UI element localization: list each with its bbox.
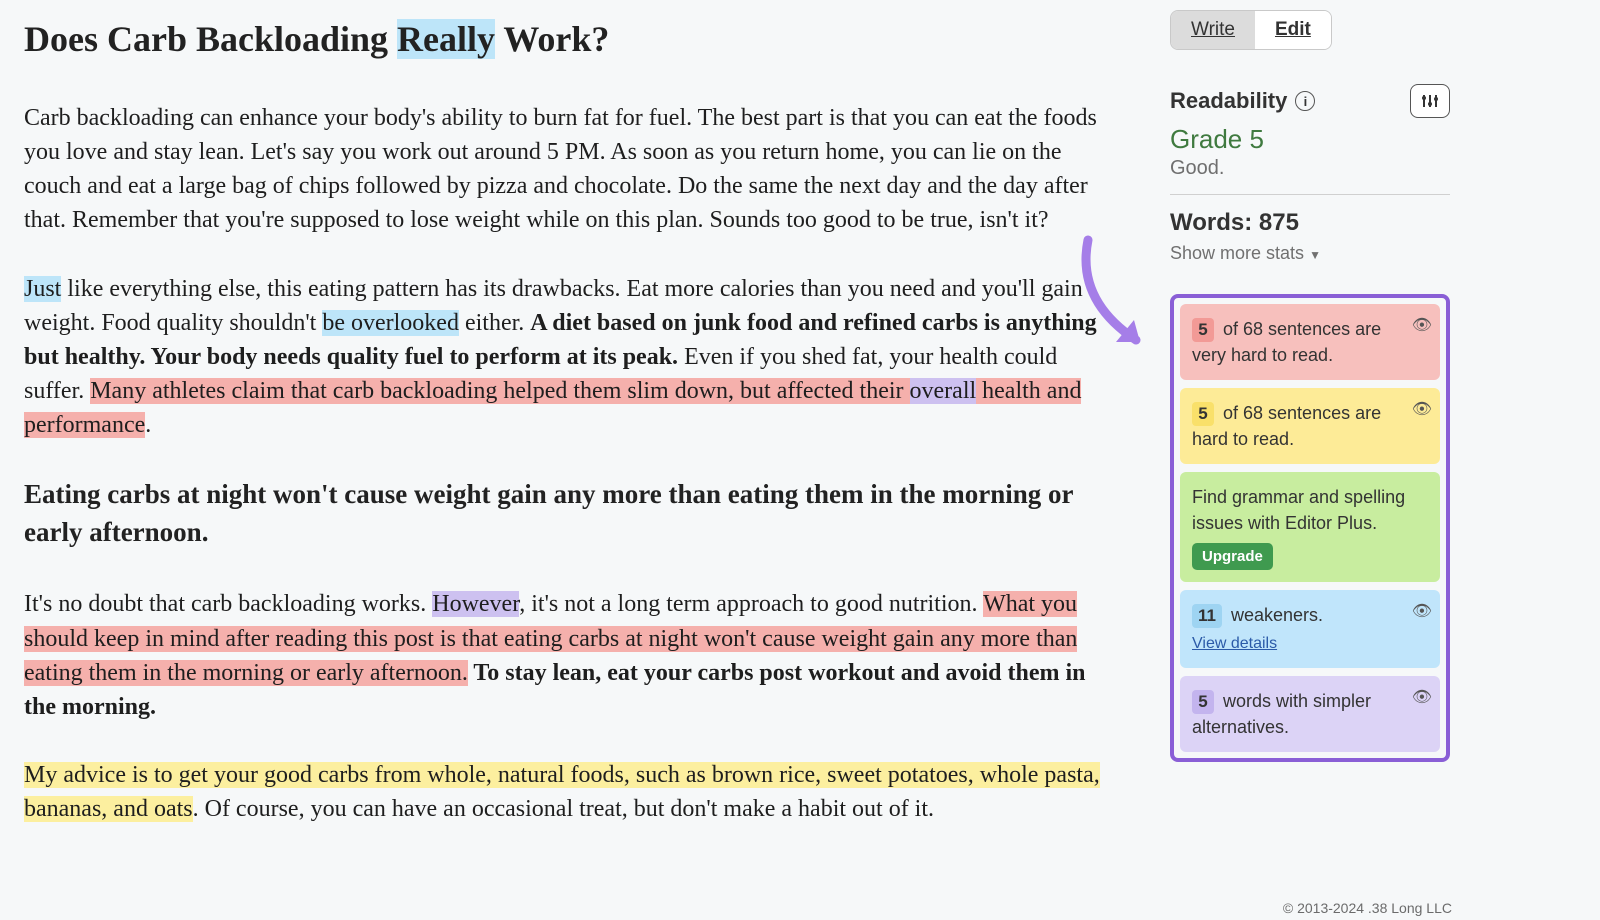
settings-button[interactable] (1410, 84, 1450, 118)
sidebar: Write Edit Readability i Grade 5 Good. W… (1160, 0, 1460, 920)
copyright: © 2013-2024 .38 Long LLC (1283, 900, 1452, 916)
divider (1170, 194, 1450, 195)
chevron-down-icon: ▼ (1309, 248, 1321, 262)
visibility-icon[interactable]: 👁 (1412, 398, 1432, 421)
p3-lead: It's no doubt that carb backloading work… (24, 591, 432, 617)
tab-write[interactable]: Write (1171, 11, 1255, 49)
p4-tail: . Of course, you can have an occasional … (193, 796, 934, 822)
paragraph-3: It's no doubt that carb backloading work… (24, 587, 1120, 723)
issue-count: 5 (1192, 318, 1214, 342)
issue-text: Find grammar and spelling issues with Ed… (1192, 487, 1405, 533)
issue-grammar[interactable]: Find grammar and spelling issues with Ed… (1180, 472, 1440, 582)
words-value: 875 (1259, 209, 1299, 236)
title-text-after: Work? (495, 19, 609, 59)
readability-title: Readability i (1170, 88, 1315, 114)
sliders-icon (1421, 92, 1439, 110)
tab-edit[interactable]: Edit (1255, 11, 1331, 49)
issue-weakeners[interactable]: 👁 11 weakeners. View details (1180, 590, 1440, 667)
word-count: Words: 875 (1170, 209, 1450, 237)
mode-tabs: Write Edit (1170, 10, 1332, 50)
issue-hard[interactable]: 👁 5 of 68 sentences are hard to read. (1180, 388, 1440, 464)
issue-text: of 68 sentences are hard to read. (1192, 403, 1381, 449)
subheading: Eating carbs at night won't cause weight… (24, 476, 1120, 552)
visibility-icon[interactable]: 👁 (1412, 600, 1432, 623)
issue-text: of 68 sentences are very hard to read. (1192, 319, 1381, 365)
paragraph-2: Just like everything else, this eating p… (24, 272, 1120, 442)
info-icon[interactable]: i (1295, 91, 1315, 111)
issue-count: 5 (1192, 402, 1214, 426)
title-text-before: Does Carb Backloading (24, 19, 397, 59)
issue-simpler[interactable]: 👁 5 words with simpler alternatives. (1180, 676, 1440, 752)
p3-mid: , it's not a long term approach to good … (519, 591, 983, 617)
words-label: Words: (1170, 209, 1259, 236)
highlight-weakener-overlooked[interactable]: be overlooked (322, 310, 459, 336)
title-highlight-weakener[interactable]: Really (397, 19, 495, 59)
readability-header: Readability i (1170, 84, 1450, 118)
editor-document[interactable]: Does Carb Backloading Really Work? Carb … (0, 0, 1160, 920)
highlight-veryhard-sentence[interactable]: Many athletes claim that carb backloadin… (24, 378, 1081, 438)
p2-period: . (145, 412, 151, 438)
show-more-label: Show more stats (1170, 243, 1304, 263)
paragraph-1: Carb backloading can enhance your body's… (24, 101, 1120, 237)
visibility-icon[interactable]: 👁 (1412, 686, 1432, 709)
issues-panel: 👁 5 of 68 sentences are very hard to rea… (1170, 294, 1450, 762)
visibility-icon[interactable]: 👁 (1412, 314, 1432, 337)
upgrade-button[interactable]: Upgrade (1192, 543, 1273, 571)
document-title: Does Carb Backloading Really Work? (24, 18, 1120, 61)
issue-text: weakeners. (1226, 605, 1323, 625)
readability-grade: Grade 5 (1170, 124, 1450, 155)
highlight-simpler-however[interactable]: However (432, 591, 519, 617)
issue-text: words with simpler alternatives. (1192, 691, 1371, 737)
issue-count: 5 (1192, 690, 1214, 714)
highlight-weakener-just[interactable]: Just (24, 276, 61, 302)
highlight-simpler-overall[interactable]: overall (910, 378, 977, 404)
readability-rating: Good. (1170, 157, 1450, 180)
paragraph-4: My advice is to get your good carbs from… (24, 758, 1120, 826)
p2-red-a: Many athletes claim that carb backloadin… (90, 378, 909, 404)
show-more-stats[interactable]: Show more stats ▼ (1170, 243, 1450, 264)
p2-text2: either. (459, 310, 530, 336)
issue-count: 11 (1192, 604, 1222, 628)
view-details-link[interactable]: View details (1192, 632, 1406, 655)
issue-very-hard[interactable]: 👁 5 of 68 sentences are very hard to rea… (1180, 304, 1440, 380)
readability-label: Readability (1170, 88, 1287, 114)
